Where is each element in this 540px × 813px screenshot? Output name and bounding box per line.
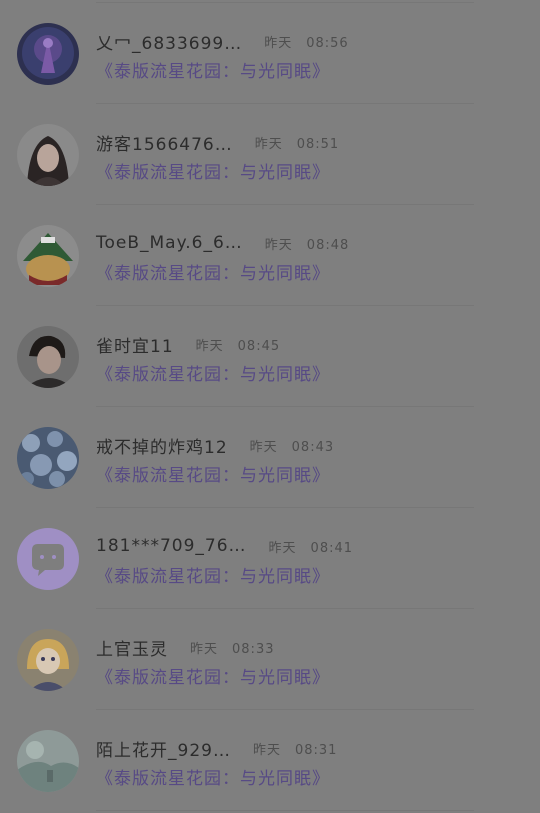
list-item[interactable]: ToeB_May.6_6… 昨天 08:48 《泰版流星花园：与光同眠》 [0,205,540,306]
user-name[interactable]: 上官玉灵 [96,635,168,660]
timestamp: 昨天 08:56 [264,35,349,51]
list-item[interactable]: 181***709_76… 昨天 08:41 《泰版流星花园：与光同眠》 [0,508,540,609]
book-title-link[interactable]: 《泰版流星花园：与光同眠》 [96,57,330,82]
avatar[interactable] [17,124,79,186]
timestamp: 昨天 08:51 [254,136,340,152]
avatar[interactable] [17,326,79,388]
list-item[interactable]: 上官玉灵 昨天 08:33 《泰版流星花园：与光同眠》 [0,609,540,710]
avatar-anime-girl-icon [17,629,79,691]
comment-list-page: 乂冖_6833699… 昨天 08:56 《泰版流星花园：与光同眠》 游客1566… [0,0,540,813]
user-name[interactable]: ToeB_May.6_6… [96,233,243,253]
book-title-link[interactable]: 《泰版流星花园：与光同眠》 [96,360,330,385]
avatar[interactable] [17,427,79,489]
timestamp: 昨天 08:31 [252,742,338,758]
timestamp: 昨天 08:41 [268,540,354,556]
comment-list[interactable]: 乂冖_6833699… 昨天 08:56 《泰版流星花园：与光同眠》 游客1566… [0,3,540,811]
book-title-link[interactable]: 《泰版流星花园：与光同眠》 [96,259,330,284]
book-title-link[interactable]: 《泰版流星花园：与光同眠》 [96,663,330,688]
avatar[interactable] [17,528,79,590]
list-item[interactable]: 陌上花开_929… 昨天 08:31 《泰版流星花园：与光同眠》 [0,710,540,811]
timestamp: 昨天 08:33 [190,641,275,657]
avatar-boy-portrait-icon [17,326,79,388]
book-title-link[interactable]: 《泰版流星花园：与光同眠》 [96,562,330,587]
user-name[interactable]: 游客1566476… [96,130,233,155]
book-title-link[interactable]: 《泰版流星花园：与光同眠》 [96,158,330,183]
user-name[interactable]: 乂冖_6833699… [96,29,242,54]
book-title-link[interactable]: 《泰版流星花园：与光同眠》 [96,461,330,486]
avatar[interactable] [17,23,79,85]
timestamp: 昨天 08:43 [249,439,335,455]
user-name[interactable]: 戒不掉的炸鸡12 [96,433,228,458]
avatar[interactable] [17,225,79,287]
avatar-scenery-icon [17,730,79,792]
avatar-cartoon-bear-icon [17,225,79,287]
list-item[interactable]: 游客1566476… 昨天 08:51 《泰版流星花园：与光同眠》 [0,104,540,205]
user-name[interactable]: 雀时宜11 [96,332,174,357]
timestamp: 昨天 08:48 [264,237,350,253]
avatar-blue-texture-icon [17,427,79,489]
user-name[interactable]: 陌上花开_929… [96,736,231,761]
avatar[interactable] [17,730,79,792]
avatar-purple-figure-icon [17,23,79,85]
timestamp: 昨天 08:45 [195,338,281,354]
avatar-default-chat-icon [17,528,79,590]
book-title-link[interactable]: 《泰版流星花园：与光同眠》 [96,764,330,789]
user-name[interactable]: 181***709_76… [96,536,247,556]
list-item[interactable]: 雀时宜11 昨天 08:45 《泰版流星花园：与光同眠》 [0,306,540,407]
list-item[interactable]: 戒不掉的炸鸡12 昨天 08:43 《泰版流星花园：与光同眠》 [0,407,540,508]
list-item[interactable]: 乂冖_6833699… 昨天 08:56 《泰版流星花园：与光同眠》 [0,3,540,104]
avatar-girl-portrait-icon [17,124,79,186]
avatar[interactable] [17,629,79,691]
